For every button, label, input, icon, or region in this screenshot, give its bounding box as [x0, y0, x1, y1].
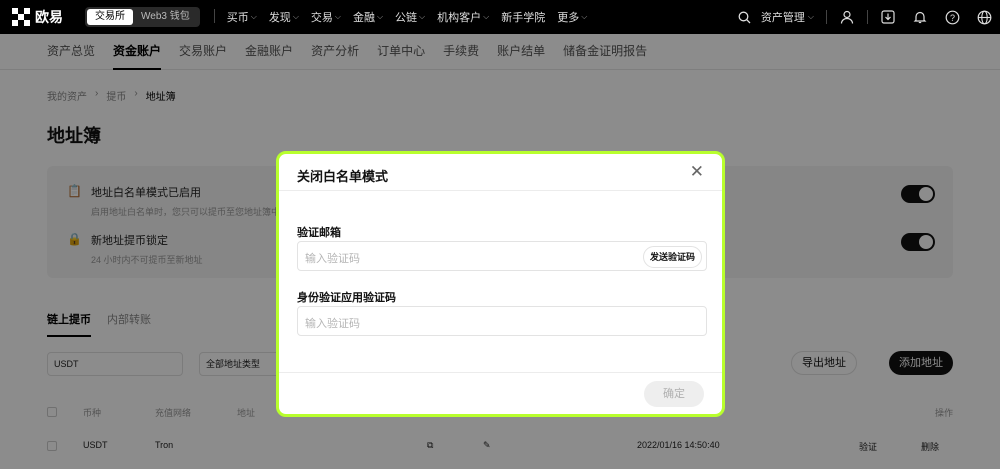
nav-more[interactable]: 更多 ⌵ — [551, 9, 593, 25]
send-code-button[interactable]: 发送验证码 — [642, 246, 702, 268]
email-code-placeholder: 输入验证码 — [305, 253, 360, 265]
chevron-down-icon: ⌵ — [807, 12, 814, 21]
chevron-down-icon: ⌵ — [292, 12, 299, 21]
user-icon[interactable] — [831, 0, 863, 34]
nav-finance-label: 金融 — [352, 12, 375, 24]
modal-divider — [279, 372, 722, 373]
chevron-down-icon: ⌵ — [581, 12, 588, 21]
globe-icon[interactable] — [968, 0, 1000, 34]
logo[interactable]: 欧易 — [12, 7, 63, 27]
modal-title: 关闭白名单模式 — [297, 169, 389, 184]
chevron-down-icon: ⌵ — [250, 12, 257, 21]
search-icon[interactable] — [729, 0, 761, 34]
auth-code-placeholder: 输入验证码 — [305, 318, 360, 330]
download-icon[interactable] — [872, 0, 904, 34]
nav-discover-label: 发现 — [268, 12, 291, 24]
nav-institutional-label: 机构客户 — [437, 12, 482, 24]
nav-trade-label: 交易 — [310, 12, 333, 24]
bell-icon[interactable] — [904, 0, 936, 34]
nav-divider — [867, 10, 868, 24]
disable-whitelist-modal: 关闭白名单模式 ✕ 验证邮箱 输入验证码 发送验证码 身份验证应用验证码 输入验… — [276, 151, 725, 417]
chevron-down-icon: ⌵ — [376, 12, 384, 21]
nav-finance[interactable]: 金融 ⌵ — [347, 9, 389, 25]
nav-academy[interactable]: 新手学院 — [495, 9, 551, 25]
nav-academy-label: 新手学院 — [501, 12, 546, 24]
asset-management-menu[interactable]: 资产管理 ⌵ — [761, 9, 814, 25]
svg-text:?: ? — [949, 12, 954, 22]
nav-more-label: 更多 — [557, 12, 580, 24]
top-nav: 欧易 交易所 Web3 钱包 买币 ⌵ 发现 ⌵ 交易 ⌵ 金融 ⌵ 公链 ⌵ 机构客户 ⌵… — [0, 0, 1000, 34]
auth-code-field[interactable]: 输入验证码 — [297, 306, 707, 336]
nav-buy[interactable]: 买币 ⌵ — [221, 9, 263, 25]
nav-chain-label: 公链 — [395, 12, 418, 24]
chevron-down-icon: ⌵ — [334, 12, 341, 21]
close-icon[interactable]: ✕ — [690, 162, 704, 182]
asset-management-label: 资产管理 — [760, 12, 805, 24]
help-icon[interactable]: ? — [936, 0, 968, 34]
switch-exchange[interactable]: 交易所 — [87, 9, 133, 25]
nav-institutional[interactable]: 机构客户 ⌵ — [431, 9, 495, 25]
nav-divider — [213, 9, 215, 23]
nav-buy-label: 买币 — [226, 12, 249, 24]
switch-web3-wallet[interactable]: Web3 钱包 — [133, 9, 198, 25]
email-code-field[interactable]: 输入验证码 发送验证码 — [297, 241, 707, 271]
nav-discover[interactable]: 发现 ⌵ — [263, 9, 305, 25]
brand-name: 欧易 — [35, 9, 63, 25]
nav-divider — [826, 10, 827, 24]
platform-switch: 交易所 Web3 钱包 — [85, 7, 200, 27]
nav-trade[interactable]: 交易 ⌵ — [305, 9, 347, 25]
logo-icon — [12, 8, 30, 26]
modal-header: 关闭白名单模式 ✕ — [279, 154, 722, 191]
chevron-down-icon: ⌵ — [419, 12, 426, 21]
email-code-label: 验证邮箱 — [297, 227, 341, 239]
nav-chain[interactable]: 公链 ⌵ — [389, 9, 431, 25]
chevron-down-icon: ⌵ — [483, 12, 490, 21]
confirm-button[interactable]: 确定 — [644, 381, 704, 407]
auth-code-label: 身份验证应用验证码 — [297, 292, 396, 304]
